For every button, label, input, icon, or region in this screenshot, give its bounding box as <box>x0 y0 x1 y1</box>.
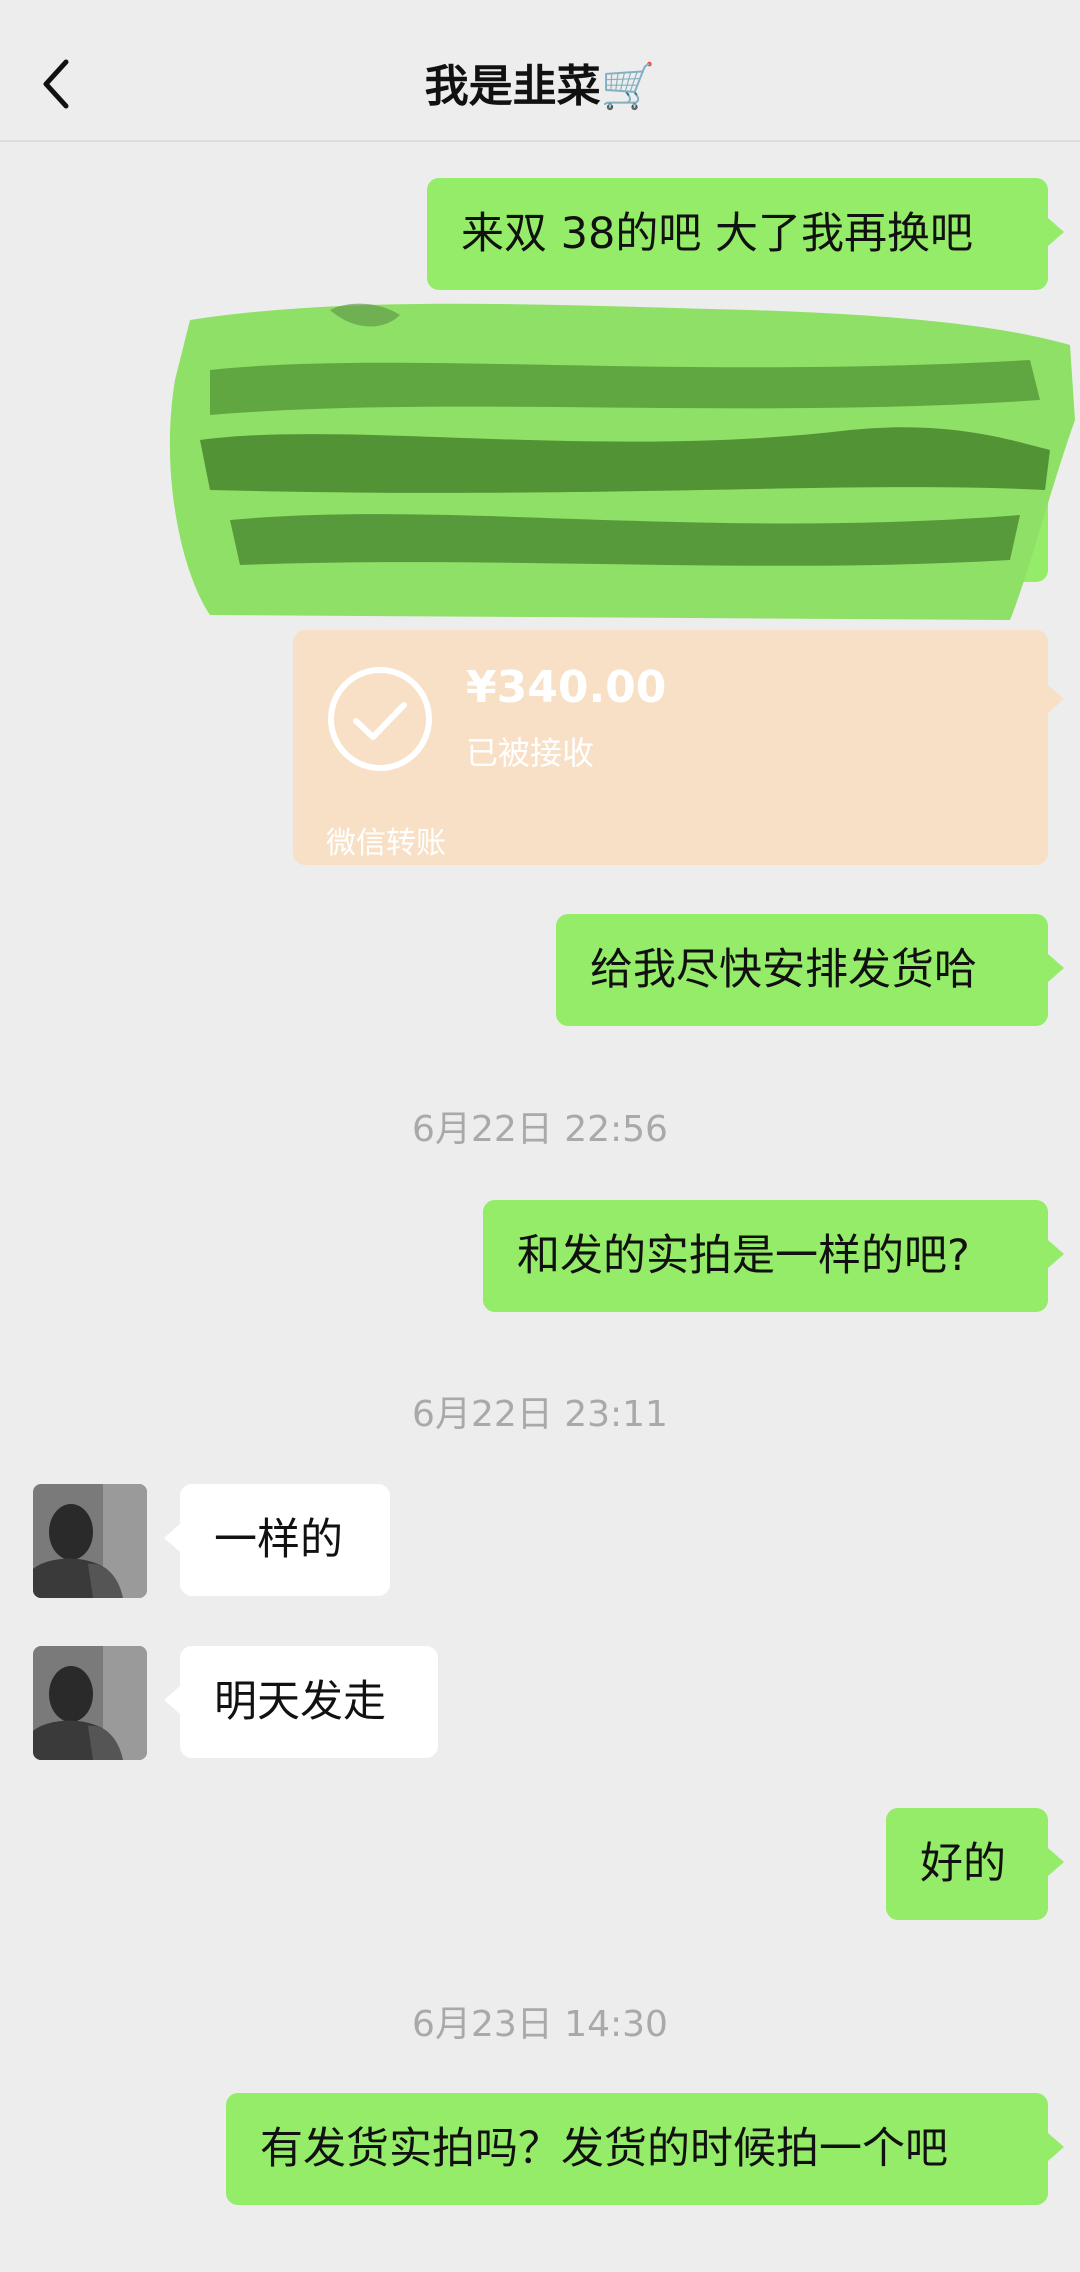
chat-header: 我是韭菜🛒 <box>0 0 1080 142</box>
message-text: 和发的实拍是一样的吧? <box>517 1231 970 1281</box>
message-text: 好的 <box>920 1839 1006 1889</box>
message-timestamp: 6月23日 14:30 <box>412 2004 668 2045</box>
my-message-bubble[interactable]: 好的 <box>886 1808 1064 1920</box>
message-timestamp: 6月22日 22:56 <box>412 1109 668 1150</box>
my-message-bubble[interactable]: 给我尽快安排发货哈 <box>556 914 1064 1026</box>
check-circle-icon <box>328 667 432 771</box>
message-timestamp: 6月22日 23:11 <box>412 1394 668 1435</box>
wechat-transfer-card[interactable]: ¥340.00 已被接收 微信转账 <box>293 630 1064 865</box>
other-message-bubble[interactable]: 一样的 <box>164 1484 390 1596</box>
avatar-image <box>33 1646 147 1760</box>
message-text: 给我尽快安排发货哈 <box>590 945 977 995</box>
redaction-scribble <box>169 303 1075 620</box>
transfer-label: 微信转账 <box>326 826 446 861</box>
avatar[interactable] <box>33 1484 147 1598</box>
my-message-bubble[interactable]: 和发的实拍是一样的吧? <box>483 1200 1064 1312</box>
my-message-bubble[interactable]: 来双 38的吧 大了我再换吧 <box>427 178 1064 290</box>
transfer-amount: ¥340.00 <box>466 662 667 713</box>
my-message-bubble[interactable]: 有发货实拍吗？发货的时候拍一个吧 <box>226 2093 1064 2205</box>
avatar-image <box>33 1484 147 1598</box>
transfer-status: 已被接收 <box>466 734 595 772</box>
other-message-bubble[interactable]: 明天发走 <box>164 1646 438 1758</box>
avatar[interactable] <box>33 1646 147 1760</box>
chat-title: 我是韭菜🛒 <box>424 61 656 112</box>
message-text: 有发货实拍吗？发货的时候拍一个吧 <box>260 2124 948 2174</box>
message-text: 来双 38的吧 大了我再换吧 <box>461 209 974 259</box>
message-text: 一样的 <box>214 1515 343 1565</box>
message-text: 明天发走 <box>214 1677 386 1727</box>
